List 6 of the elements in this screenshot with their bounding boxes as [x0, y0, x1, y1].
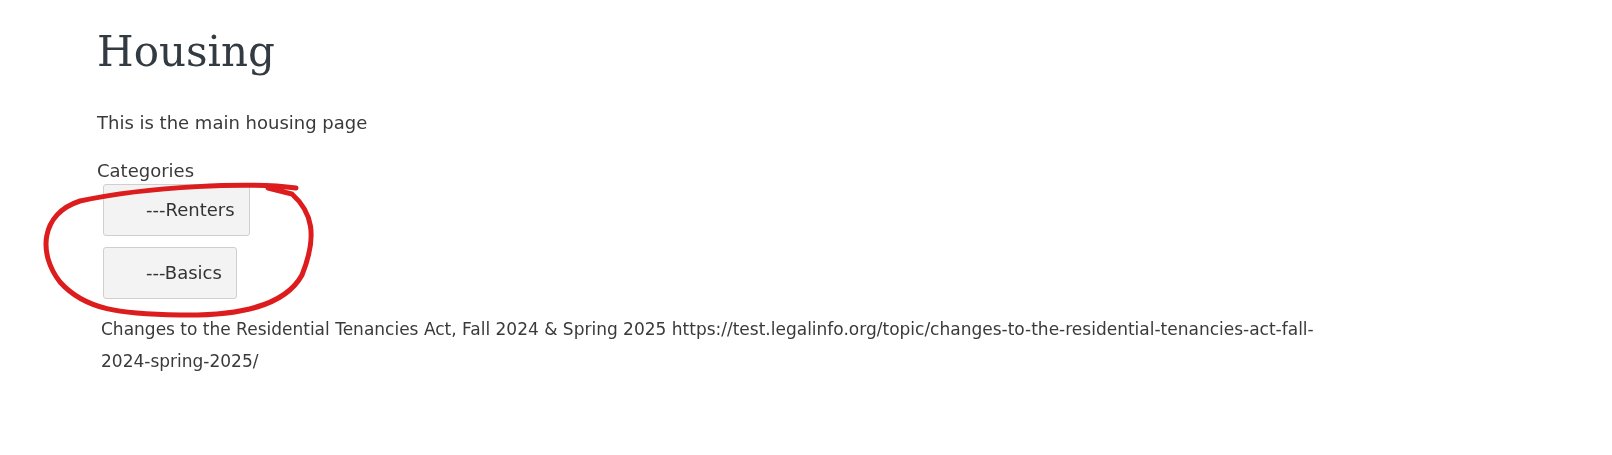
category-button[interactable]: ---Basics [103, 247, 237, 299]
topic-text: Changes to the Residential Tenancies Act, Fall 2024 & Spring 2025 https://test.legalinfo.org/topic/changes-to-the-residential-tenancies-act-fall-2024-spring-2025/ [101, 318, 1315, 373]
page-title: Housing [97, 26, 276, 78]
intro-text: This is the main housing page [97, 111, 369, 135]
categories-label: Categories [97, 159, 196, 183]
category-button[interactable]: ---Renters [103, 184, 250, 236]
